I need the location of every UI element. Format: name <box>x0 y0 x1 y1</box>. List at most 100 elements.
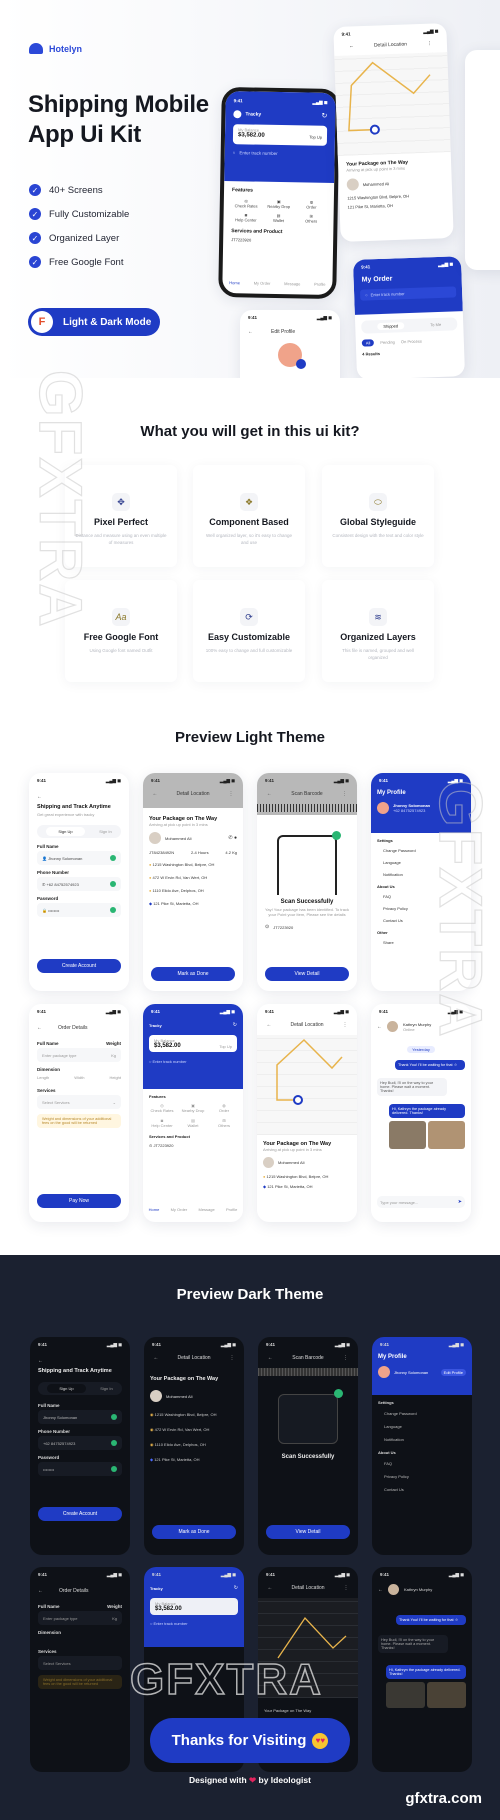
back-icon[interactable]: ← <box>248 329 253 335</box>
refresh-icon[interactable]: ↻ <box>233 1022 237 1028</box>
back-icon[interactable]: ← <box>29 784 129 804</box>
mark-as-done-button[interactable]: Mark as Done <box>152 1525 236 1539</box>
back-icon[interactable]: ← <box>267 791 272 797</box>
screen-order-details-dark: 9:41 ▂▄▆ ◼ ← Order Details Full Name Weight… <box>30 1567 130 1772</box>
message-images[interactable] <box>389 1121 465 1149</box>
create-account-button[interactable]: Create Account <box>37 959 121 973</box>
screen-title: Edit Profile <box>271 329 296 335</box>
nav-message[interactable]: Message <box>199 1207 215 1212</box>
full-name-field[interactable]: Jhonny Solomonan <box>38 1410 122 1424</box>
profile-title: My Profile <box>377 790 406 796</box>
password-field[interactable]: •••••••• <box>38 1462 122 1476</box>
feature-tile[interactable]: ⊞ Others <box>211 1118 237 1128</box>
more-icon[interactable]: ⋮ <box>427 41 432 47</box>
mark-as-done-button[interactable]: Mark as Done <box>151 967 235 981</box>
more-icon[interactable]: ⋮ <box>229 791 234 797</box>
more-icon[interactable]: ⋮ <box>343 1022 348 1028</box>
full-name-field[interactable]: 👤 Jhonny Solomonan <box>37 851 121 865</box>
feature-tile[interactable]: ▣ Nearby Drop <box>180 1103 206 1113</box>
camera-icon[interactable] <box>296 359 306 369</box>
back-icon[interactable]: ← <box>30 1348 130 1368</box>
phone-field[interactable]: +62 84752574923 <box>38 1436 122 1450</box>
nav-home[interactable]: Home <box>149 1207 160 1212</box>
feature-tile[interactable]: ◙ Help Center <box>149 1118 175 1128</box>
filter-all[interactable]: All <box>361 339 375 347</box>
scan-frame <box>277 831 341 895</box>
call-icon[interactable]: ✆ ● <box>228 835 237 841</box>
contact-name: Kathryn Murphy <box>403 1021 432 1027</box>
nav-my-order[interactable]: My Order <box>254 281 271 286</box>
view-detail-button[interactable]: View Detail <box>266 1525 350 1539</box>
feature-tile[interactable]: ⊞ Others <box>297 213 326 224</box>
tab-shipped[interactable]: Shipped <box>377 322 405 331</box>
status-time: 9:41 <box>233 98 243 104</box>
screen-title: Detail Location <box>290 1022 324 1028</box>
service-item[interactable]: ⊙ JT7223920 <box>149 1143 237 1148</box>
dimension-fields[interactable]: Length Width Height <box>29 1072 129 1083</box>
back-icon[interactable]: ← <box>37 1025 42 1031</box>
back-icon[interactable]: ← <box>377 1024 382 1030</box>
screen-scan-barcode: 9:41 ▂▄▆ ◼ ← Scan Barcode ⋮ Scan Successful… <box>257 773 357 991</box>
feature-tile[interactable]: ▤ Wallet <box>180 1118 206 1128</box>
create-account-button[interactable]: Create Account <box>38 1507 122 1521</box>
back-icon[interactable]: ← <box>349 43 354 49</box>
menu-privacy-policy[interactable]: Privacy Policy <box>383 906 465 911</box>
filter-on-process[interactable]: On Process <box>401 339 422 345</box>
feature-tile[interactable]: ◍ Order <box>211 1103 237 1113</box>
message-outgoing: Thank You! I'll be waiting for that ☺ <box>395 1060 465 1070</box>
track-input[interactable]: ○ Enter track number <box>233 150 327 157</box>
phone-field[interactable]: ✆ +62 84752574923 <box>37 877 121 891</box>
scan-item[interactable]: ⊙ JT7223920 <box>265 924 349 930</box>
edit-profile-button[interactable]: Edit Profile <box>440 1368 466 1376</box>
nav-message[interactable]: Message <box>284 281 300 286</box>
menu-notification[interactable]: Notification <box>383 872 465 877</box>
view-detail-button[interactable]: View Detail <box>265 967 349 981</box>
services-select[interactable]: Select Services ⌄ <box>37 1095 121 1109</box>
topup-button[interactable]: Top Up <box>219 1044 232 1049</box>
topup-button[interactable]: Top Up <box>309 134 322 139</box>
features-section-title: What you will get in this ui kit? <box>140 423 360 440</box>
feature-tile[interactable]: ◎ Check Rates <box>149 1103 175 1113</box>
feature-tile[interactable]: ◎ Check Rates <box>232 198 261 208</box>
refresh-icon[interactable]: ↻ <box>321 112 327 120</box>
nav-profile[interactable]: Profile <box>314 282 325 287</box>
feature-tile[interactable]: ▣ Nearby Drop <box>264 199 293 209</box>
tab-sign-in[interactable]: Sign In <box>99 829 111 834</box>
filter-pending[interactable]: Pending <box>380 340 395 346</box>
menu-share[interactable]: Share <box>383 940 465 945</box>
map[interactable] <box>334 52 454 242</box>
nav-home[interactable]: Home <box>229 280 240 285</box>
other-heading: Other <box>377 930 388 935</box>
password-field[interactable]: 🔒 •••••••• <box>37 903 121 917</box>
service-item[interactable]: JT7223920 <box>231 237 325 244</box>
nav-my-order[interactable]: My Order <box>171 1207 188 1212</box>
screen-scan-barcode-dark: 9:41 ▂▄▆ ◼ ← Scan Barcode ⋮ Scan Successful… <box>258 1337 358 1555</box>
back-icon[interactable]: ← <box>152 791 157 797</box>
tab-sign-up[interactable]: Sign Up <box>46 827 85 836</box>
order-search-input[interactable]: ○ Enter track number <box>359 286 457 301</box>
menu-contact-us[interactable]: Contact Us <box>383 918 465 923</box>
feature-tile[interactable]: ◙ Help Center <box>231 212 260 222</box>
message-input[interactable]: Type your message... ➤ <box>377 1196 465 1208</box>
map[interactable] <box>257 1035 357 1222</box>
menu-faq[interactable]: FAQ <box>383 894 465 899</box>
tab-to-me[interactable]: To Me <box>430 322 441 327</box>
light-dark-mode-button[interactable]: F Light & Dark Mode <box>28 308 160 336</box>
nav-profile[interactable]: Profile <box>226 1207 237 1212</box>
feature-tile[interactable]: ▤ Wallet <box>264 213 293 223</box>
screen-my-profile: 9:41 ▂▄▆ ◼ My Profile Jhonny Solomonan +62… <box>371 773 471 991</box>
screen-title: Detail Location <box>176 791 210 797</box>
package-type-field[interactable]: Enter package type Kg <box>37 1048 121 1062</box>
profile-avatar[interactable] <box>278 343 306 369</box>
menu-change-password[interactable]: Change Password <box>383 848 465 853</box>
back-icon[interactable]: ← <box>266 1022 271 1028</box>
track-input[interactable]: ○ Enter track number <box>143 1052 243 1071</box>
menu-language[interactable]: Language <box>383 860 465 865</box>
feature-tile[interactable]: ◍ Order <box>297 199 326 210</box>
pay-now-button[interactable]: Pay Now <box>37 1194 121 1208</box>
map-dark[interactable] <box>258 1598 358 1698</box>
more-icon[interactable]: ⋮ <box>342 791 347 797</box>
thanks-text: Thanks for Visiting <box>171 1732 307 1749</box>
settings-heading: Settings <box>377 838 393 843</box>
send-icon[interactable]: ➤ <box>458 1199 462 1205</box>
